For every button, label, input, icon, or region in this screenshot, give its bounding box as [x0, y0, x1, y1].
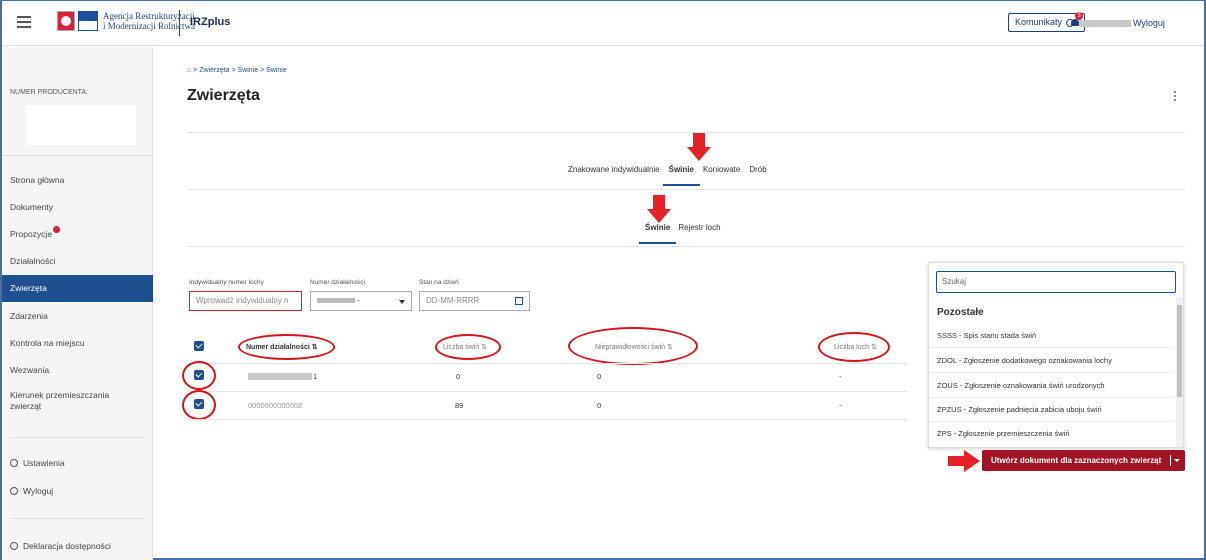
sidebar-divider — [2, 155, 153, 156]
sidebar-item-inspection[interactable]: Kontrola na miejscu — [2, 330, 153, 357]
red-circle-annotation — [238, 334, 335, 360]
producer-number-label: NUMER PRODUCENTA: — [10, 89, 89, 96]
proposals-badge — [53, 226, 61, 233]
arimr-icon — [78, 11, 98, 31]
activity-number-redacted — [248, 373, 312, 380]
red-circle-annotation — [568, 327, 698, 365]
user-logout-area[interactable]: Wyloguj — [1066, 18, 1165, 28]
sidebar-item-accessibility[interactable]: Deklaracja dostępności — [2, 533, 153, 560]
dropdown-item-zous[interactable]: ZOUS - Zgłoszenie oznakowania świń urodz… — [929, 374, 1174, 398]
sidebar-item-settings[interactable]: Ustawienia — [2, 450, 153, 477]
chevron-down-icon — [399, 300, 405, 304]
sidebar-divider — [10, 437, 145, 438]
sidebar-item-home[interactable]: Strona główna — [2, 167, 153, 194]
cell-sow-count: - — [839, 401, 842, 410]
dropdown-item-zps[interactable]: ZPS - Zgłoszenie przemieszczenia świń — [929, 422, 1174, 446]
logo-divider — [179, 10, 180, 36]
sidebar: NUMER PRODUCENTA: Strona główna Dokument… — [2, 47, 153, 560]
more-options-icon[interactable] — [1174, 91, 1177, 103]
tab-individually-marked[interactable]: Znakowane indywidualnie — [568, 165, 660, 174]
activity-value-redacted — [317, 298, 355, 304]
activity-number-label: Numer działalności — [310, 279, 365, 286]
subtab-pigs[interactable]: Świnie — [638, 223, 677, 244]
messages-label: Komunikaty — [1015, 17, 1063, 27]
top-bar: Agencja Restrukturyzacji i Modernizacji … — [2, 1, 1204, 46]
sidebar-item-proposals[interactable]: Propozycje — [2, 221, 153, 248]
dropdown-item-zdol[interactable]: ZDOL - Zgłoszenie dodatkowego oznakowani… — [929, 349, 1174, 373]
document-type-dropdown: Szukaj Pozostałe SSSS - Spis stanu stada… — [928, 262, 1184, 448]
calendar-icon[interactable] — [515, 297, 523, 305]
create-document-button[interactable]: Utwórz dokument dla zaznaczonych zwierzą… — [982, 450, 1185, 471]
activity-number-select[interactable]: - — [310, 291, 412, 311]
page-title: Zwierzęta — [187, 87, 260, 104]
tabs-divider — [187, 189, 1185, 190]
producer-info-redacted — [26, 105, 136, 145]
dropdown-item-ssss[interactable]: SSSS - Spis stanu stada świń — [929, 324, 1174, 348]
select-all-checkbox[interactable] — [194, 341, 204, 351]
red-circle-annotation — [182, 361, 216, 390]
subtab-sow-register[interactable]: Rejestr loch — [678, 223, 720, 232]
red-circle-annotation — [818, 332, 890, 362]
logo-text: Agencja Restrukturyzacji i Modernizacji … — [103, 11, 195, 31]
sidebar-item-summons[interactable]: Wezwania — [2, 357, 153, 384]
sidebar-item-logout[interactable]: Wyloguj — [2, 478, 153, 505]
cell-pig-count: 89 — [455, 401, 464, 410]
app-name: IRZplus — [190, 16, 231, 28]
table-header-divider — [187, 363, 907, 364]
tab-poultry[interactable]: Drób — [749, 165, 766, 174]
poland-emblem-icon — [57, 11, 75, 31]
date-label: Stan na dzień — [419, 279, 459, 286]
logo-line1: Agencja Restrukturyzacji — [103, 11, 195, 21]
cell-irregularities: 0 — [597, 401, 602, 410]
red-circle-annotation — [182, 390, 216, 420]
sidebar-item-documents[interactable]: Dokumenty — [2, 194, 153, 221]
tab-equines[interactable]: Koniowate — [703, 165, 740, 174]
red-circle-annotation — [435, 334, 501, 360]
hamburger-icon[interactable] — [17, 16, 31, 28]
red-arrow-annotation — [948, 450, 980, 472]
subtabs-divider — [187, 246, 1185, 247]
accessibility-icon — [10, 542, 18, 550]
logo-line2: i Modernizacji Rolnictwa — [103, 21, 195, 31]
date-input[interactable]: DD-MM-RRRR — [419, 291, 530, 311]
row-divider — [187, 391, 907, 392]
sidebar-item-activities[interactable]: Działalności — [2, 248, 153, 275]
sidebar-item-animal-movement[interactable]: Kierunek przemieszczania zwierząt — [2, 386, 142, 416]
breadcrumb[interactable]: ⌂ > Zwierzęta > Świnie > Świnie — [187, 67, 287, 74]
sidebar-item-events[interactable]: Zdarzenia — [2, 303, 153, 330]
row-divider — [187, 419, 907, 420]
sow-number-label: Indywidualny numer lochy — [189, 279, 264, 286]
cell-activity-number: 1 — [313, 372, 318, 381]
logout-icon — [10, 487, 18, 495]
cell-pig-count: 0 — [456, 372, 461, 381]
button-divider — [1170, 455, 1171, 466]
gear-icon — [10, 459, 18, 467]
sow-number-input[interactable]: Wprowadź indywidualny n — [189, 291, 302, 311]
animal-type-tabs: Znakowane indywidualnie Świnie Koniowate… — [568, 165, 776, 186]
pig-subtabs: Świnie Rejestr loch — [638, 223, 729, 244]
chevron-down-icon[interactable] — [1174, 459, 1180, 462]
cell-sow-count: - — [839, 372, 842, 381]
user-icon — [1066, 19, 1074, 27]
sidebar-item-animals[interactable]: Zwierzęta — [2, 275, 153, 302]
cell-irregularities: 0 — [597, 372, 602, 381]
logout-link[interactable]: Wyloguj — [1133, 18, 1165, 28]
red-arrow-annotation — [647, 195, 671, 223]
sidebar-divider — [10, 518, 145, 519]
user-name-redacted — [1079, 19, 1131, 27]
search-input[interactable]: Szukaj — [936, 271, 1176, 293]
cell-activity-number: 0000000000002 — [248, 401, 303, 410]
dropdown-scroll-thumb[interactable] — [1177, 305, 1182, 397]
title-divider — [187, 132, 1185, 133]
dropdown-section-title: Pozostałe — [937, 307, 984, 318]
tab-pigs[interactable]: Świnie — [662, 165, 701, 186]
dropdown-item-zpzus[interactable]: ZPZUS - Zgłoszenie padnięcia zabicia ubo… — [929, 398, 1174, 422]
red-arrow-annotation — [687, 133, 711, 161]
arimr-logo[interactable]: Agencja Restrukturyzacji i Modernizacji … — [57, 11, 195, 31]
